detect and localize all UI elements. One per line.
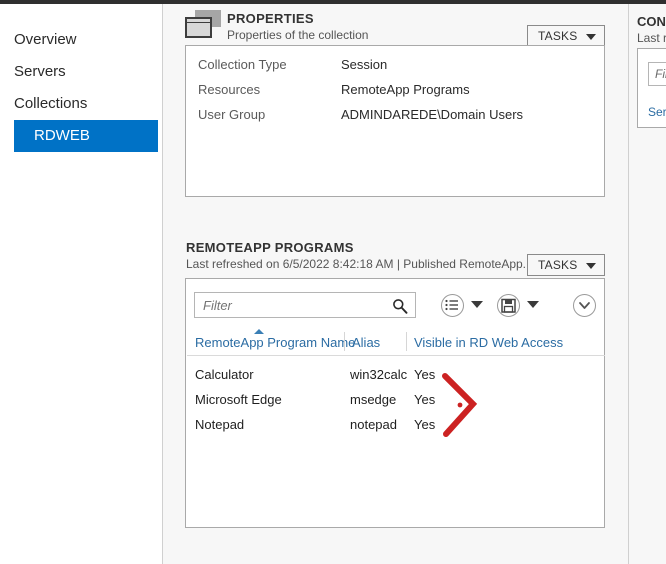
table-row[interactable]: Notepad notepad Yes — [187, 417, 605, 442]
cell-visible: Yes — [414, 367, 436, 382]
left-navigation-sidebar: Overview Servers Collections RDWEB — [0, 4, 163, 564]
remoteapp-programs-panel: RemoteApp Program Name Alias Visible in … — [185, 278, 605, 528]
connections-column-header-server[interactable]: Ser — [648, 105, 666, 119]
property-row-user-group: User Group ADMINDAREDE\Domain Users — [186, 107, 604, 132]
sidebar-item-overview[interactable]: Overview — [14, 24, 158, 56]
list-view-dropdown-caret[interactable] — [471, 301, 483, 308]
table-row[interactable]: Microsoft Edge msedge Yes — [187, 392, 605, 417]
sidebar-item-servers[interactable]: Servers — [14, 56, 158, 88]
property-label: Collection Type — [198, 57, 287, 72]
cell-alias: msedge — [350, 392, 397, 407]
property-value: ADMINDAREDE\Domain Users — [341, 107, 524, 122]
column-header-program-name[interactable]: RemoteApp Program Name — [195, 335, 355, 350]
remoteapp-title: REMOTEAPP PROGRAMS — [186, 240, 354, 255]
chevron-down-icon — [586, 263, 596, 269]
sidebar-item-rdweb[interactable]: RDWEB — [14, 120, 158, 152]
property-label: Resources — [198, 82, 261, 97]
connections-panel-box: Fil Ser — [637, 48, 666, 128]
properties-subtitle: Properties of the collection — [227, 28, 369, 42]
column-header-visible-rdweb[interactable]: Visible in RD Web Access — [414, 335, 563, 350]
remoteapp-section-header: REMOTEAPP PROGRAMS Last refreshed on 6/5… — [186, 240, 533, 271]
property-value: RemoteApp Programs — [341, 82, 470, 97]
chevron-down-icon — [586, 34, 596, 40]
connections-title: CON — [637, 14, 666, 29]
cell-visible: Yes — [414, 392, 436, 407]
filter-input[interactable] — [194, 292, 416, 318]
connections-filter-input[interactable]: Fil — [648, 62, 666, 86]
properties-details-box: Collection Type Session Resources Remote… — [185, 45, 605, 197]
table-row[interactable]: Calculator win32calc Yes — [187, 367, 605, 392]
sidebar-item-collections[interactable]: Collections — [14, 88, 158, 120]
remoteapp-tasks-label: TASKS — [538, 258, 578, 272]
sort-ascending-icon — [254, 329, 264, 334]
cell-program-name: Microsoft Edge — [195, 392, 282, 407]
remoteapp-subtitle: Last refreshed on 6/5/2022 8:42:18 AM | … — [186, 257, 533, 271]
chevron-down-icon — [579, 302, 590, 309]
connections-pane-partial: CON Last r Fil Ser — [629, 4, 666, 564]
properties-tasks-label: TASKS — [538, 29, 578, 43]
property-value: Session — [341, 57, 388, 72]
list-view-icon-button[interactable] — [441, 294, 464, 317]
column-divider[interactable] — [344, 332, 345, 351]
property-row-resources: Resources RemoteApp Programs — [186, 82, 604, 107]
properties-title: PROPERTIES — [227, 11, 314, 26]
remoteapp-tasks-button[interactable]: TASKS — [527, 254, 605, 276]
cell-program-name: Calculator — [195, 367, 254, 382]
save-dropdown-caret[interactable] — [527, 301, 539, 308]
cell-alias: notepad — [350, 417, 397, 432]
cell-alias: win32calc — [350, 367, 408, 382]
list-view-icon — [445, 299, 458, 311]
cell-visible: Yes — [414, 417, 436, 432]
window-stack-icon — [185, 10, 223, 40]
column-divider[interactable] — [406, 332, 407, 351]
nav-list: Overview Servers Collections RDWEB — [0, 24, 162, 152]
properties-section-header: PROPERTIES Properties of the collection — [227, 11, 368, 42]
cell-program-name: Notepad — [195, 417, 245, 432]
property-label: User Group — [198, 107, 266, 122]
remoteapp-programs-table: RemoteApp Program Name Alias Visible in … — [187, 329, 605, 432]
table-header-row: RemoteApp Program Name Alias Visible in … — [187, 329, 605, 356]
property-row-collection-type: Collection Type Session — [186, 57, 604, 82]
connections-subtitle: Last r — [637, 31, 666, 45]
expand-chevron-button[interactable] — [573, 294, 596, 317]
properties-tasks-button[interactable]: TASKS — [527, 25, 605, 47]
server-manager-window: Overview Servers Collections RDWEB PROPE… — [0, 0, 666, 564]
save-icon-button[interactable] — [497, 294, 520, 317]
save-floppy-icon — [501, 298, 516, 313]
column-header-alias[interactable]: Alias — [352, 335, 380, 350]
